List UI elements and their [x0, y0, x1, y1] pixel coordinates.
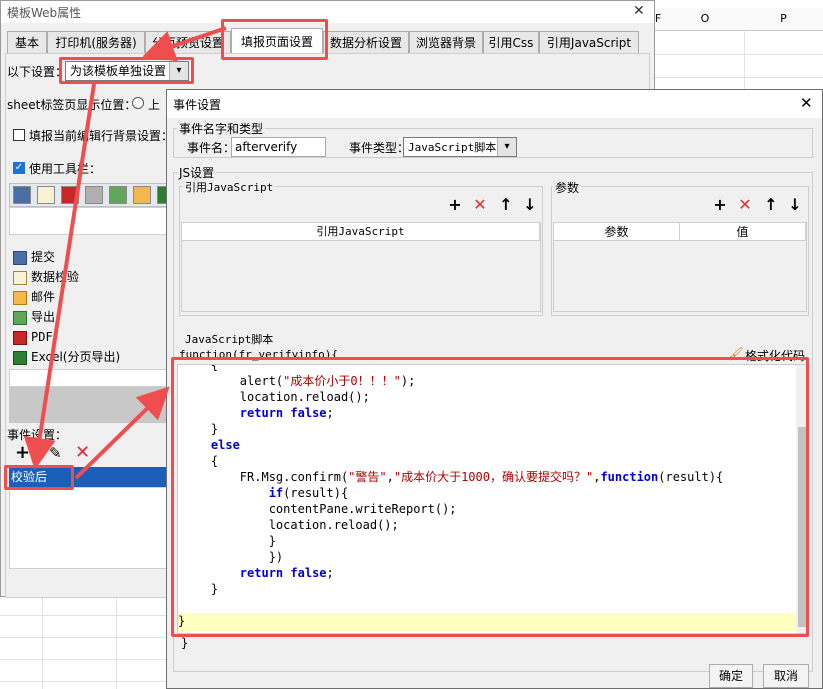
params-label: 参数: [553, 179, 582, 196]
ok-button[interactable]: 确定: [709, 664, 753, 688]
add-icon[interactable]: +: [712, 197, 728, 213]
tab-printer[interactable]: 打印机(服务器): [47, 31, 145, 53]
radio-top[interactable]: [132, 97, 144, 109]
save-icon[interactable]: [13, 186, 31, 204]
list-item[interactable]: 提交: [13, 247, 55, 267]
tab-basic[interactable]: 基本: [7, 31, 47, 53]
toolbar-button-list: 提交 数据校验 邮件 导出 PDF Excel(分页导出): [5, 241, 167, 369]
use-toolbar-label: 使用工具栏：: [29, 162, 102, 176]
pdf-icon[interactable]: [61, 186, 79, 204]
add-icon[interactable]: +: [447, 197, 463, 213]
ref-js-label: 引用JavaScript: [183, 179, 276, 195]
toolbar-blank-area: [9, 207, 169, 235]
annotation-box-code: [171, 357, 809, 637]
list-item[interactable]: Excel(分页导出): [13, 347, 120, 367]
cancel-button[interactable]: 取消: [763, 664, 809, 688]
params-table: 参数 值: [553, 222, 807, 312]
ref-js-table: 引用JavaScript: [181, 222, 541, 312]
radio-top-label: 上: [148, 98, 161, 112]
tab-data-analysis[interactable]: 数据分析设置: [323, 31, 409, 53]
verify-icon[interactable]: [37, 186, 55, 204]
highlight-row-checkbox[interactable]: [13, 129, 25, 141]
event-type-select[interactable]: JavaScript脚本 ▾: [403, 137, 517, 157]
edit-icon[interactable]: ✎: [49, 444, 62, 462]
list-item[interactable]: 导出: [13, 307, 55, 327]
tab-browser-background[interactable]: 浏览器背景: [409, 31, 483, 53]
delete-icon[interactable]: ✕: [472, 197, 488, 213]
dialog-title: 事件设置: [173, 98, 222, 112]
annotation-box-event: [4, 465, 74, 490]
outer-title: 模板Web属性: [7, 6, 82, 20]
chevron-down-icon[interactable]: ▾: [31, 447, 36, 457]
chevron-down-icon: ▾: [497, 138, 516, 156]
list-spacer: [9, 369, 169, 387]
use-toolbar-checkbox[interactable]: ✓: [13, 162, 25, 174]
event-name-group-label: 事件名字和类型: [177, 120, 266, 137]
mail-icon: [13, 290, 27, 305]
list-item[interactable]: PDF: [13, 327, 53, 347]
outer-close-button[interactable]: ✕: [633, 3, 645, 19]
tab-page-preview[interactable]: 分页预览设置: [145, 31, 231, 53]
arrow-down-icon[interactable]: ↓: [787, 197, 803, 213]
event-settings-label: 事件设置：: [7, 428, 68, 442]
tab-ref-css[interactable]: 引用Css: [483, 31, 539, 53]
event-type-label: 事件类型：: [349, 141, 410, 155]
event-list: [9, 487, 169, 569]
event-name-input[interactable]: afterverify: [231, 137, 326, 157]
param-column-header: 参数: [554, 223, 680, 241]
dialog-titlebar: 事件设置 ✕: [167, 90, 822, 118]
settings-label: 以下设置：: [7, 65, 68, 79]
arrow-up-icon[interactable]: ↑: [763, 197, 779, 213]
event-type-value: JavaScript脚本: [408, 141, 497, 154]
delete-icon[interactable]: ✕: [75, 442, 90, 463]
delete-icon[interactable]: ✕: [737, 197, 753, 213]
pencil-icon: [13, 270, 27, 285]
excel-icon: [13, 350, 27, 365]
script-label: JavaScript脚本: [183, 331, 276, 347]
arrow-down-icon[interactable]: ↓: [522, 197, 538, 213]
list-footer-bar: [9, 387, 169, 423]
annotation-box-settings: [59, 57, 194, 84]
add-icon[interactable]: +: [15, 442, 30, 463]
code-last-line: }: [181, 636, 189, 650]
export-icon[interactable]: [109, 186, 127, 204]
pdf-icon: [13, 330, 27, 345]
toolbar-preview: [9, 183, 169, 207]
ref-js-column-header: 引用JavaScript: [182, 223, 540, 241]
arrow-up-icon[interactable]: ↑: [498, 197, 514, 213]
event-name-label: 事件名：: [187, 141, 236, 155]
column-header-o: O: [666, 8, 745, 31]
sheet-grid-lower: [0, 597, 166, 689]
sheet-tab-position-label: sheet标签页显示位置：: [7, 98, 137, 112]
value-column-header: 值: [680, 223, 806, 241]
dialog-close-button[interactable]: ✕: [800, 94, 813, 112]
export-icon: [13, 310, 27, 325]
save-icon: [13, 250, 27, 265]
list-item[interactable]: 邮件: [13, 287, 55, 307]
print-icon[interactable]: [85, 186, 103, 204]
column-header-p: P: [744, 8, 823, 31]
annotation-box-tab: [221, 19, 328, 60]
highlight-row-label: 填报当前编辑行背景设置：: [29, 129, 174, 143]
list-item[interactable]: 数据校验: [13, 267, 79, 287]
mail-icon[interactable]: [133, 186, 151, 204]
tab-ref-javascript[interactable]: 引用JavaScript: [539, 31, 639, 53]
